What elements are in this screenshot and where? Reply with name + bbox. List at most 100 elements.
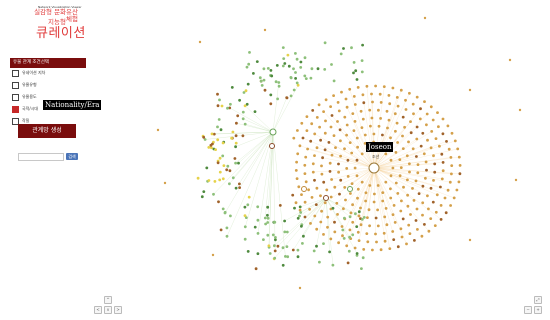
graph-node (225, 234, 229, 238)
graph-node (243, 237, 247, 241)
graph-node (384, 207, 388, 210)
graph-node (374, 84, 377, 88)
graph-node (340, 90, 343, 94)
graph-node (241, 134, 245, 138)
graph-node (302, 234, 305, 238)
graph-node (352, 129, 356, 133)
graph-node (408, 170, 411, 174)
graph-node (238, 186, 242, 190)
graph-node (345, 167, 349, 170)
graph-node (340, 225, 344, 228)
graph-node (355, 136, 359, 140)
graph-node (231, 130, 235, 134)
graph-node (273, 220, 276, 224)
graph-node (308, 207, 311, 211)
graph-node (352, 95, 356, 98)
graph-node (299, 66, 303, 69)
graph-node (360, 126, 364, 129)
graph-node (281, 263, 285, 267)
graph-node (360, 152, 364, 156)
graph-node (350, 182, 354, 186)
graph-node (344, 97, 348, 101)
graph-node (370, 116, 374, 120)
graph-node (234, 141, 238, 145)
graph-node (421, 184, 425, 188)
graph-node (414, 179, 418, 183)
graph-node (363, 133, 367, 137)
graph-node (241, 110, 245, 114)
graph-node (408, 232, 412, 236)
graph-node (211, 253, 215, 257)
pan-left-button[interactable]: < (94, 306, 102, 314)
graph-node (266, 233, 270, 237)
graph-node (453, 139, 457, 143)
graph-node (353, 166, 357, 170)
graph-node (329, 125, 333, 129)
graph-node (296, 255, 300, 259)
pan-right-button[interactable]: > (114, 306, 122, 314)
graph-edge (224, 131, 274, 214)
graph-node (291, 193, 295, 197)
graph-node (336, 101, 340, 104)
graph-node (353, 120, 357, 123)
fullscreen-button[interactable]: ⤢ (534, 296, 542, 304)
graph-node (375, 240, 378, 244)
graph-edges (205, 82, 460, 266)
graph-node (421, 131, 425, 135)
graph-node (309, 76, 313, 80)
graph-node (323, 148, 327, 152)
graph-node (342, 207, 345, 211)
graph-node (395, 121, 399, 125)
graph-node (514, 178, 518, 182)
graph-node (323, 201, 327, 205)
graph-node (163, 181, 167, 185)
graph-node (327, 141, 331, 144)
zoom-out-button[interactable]: − (524, 306, 532, 314)
graph-node (339, 139, 342, 143)
graph-node (391, 230, 395, 233)
graph-node (260, 84, 264, 87)
graph-node (393, 112, 397, 116)
graph-node (351, 220, 355, 224)
graph-node (245, 102, 249, 106)
graph-node (425, 168, 428, 172)
graph-node (445, 140, 448, 143)
graph-node (348, 228, 352, 232)
pan-down-button[interactable]: v (104, 306, 112, 314)
hub-node (301, 186, 307, 192)
graph-node (311, 162, 315, 166)
graph-node (440, 152, 444, 156)
graph-node (447, 147, 451, 151)
graph-node (296, 248, 300, 252)
graph-node (457, 155, 461, 159)
graph-node (245, 65, 249, 69)
graph-node (431, 200, 435, 204)
graph-node (416, 163, 420, 167)
graph-node (370, 92, 373, 96)
graph-node (338, 128, 342, 132)
graph-node (322, 180, 326, 184)
graph-node (408, 162, 411, 166)
graph-node (387, 94, 391, 97)
graph-node (289, 76, 293, 79)
network-graph[interactable] (0, 0, 550, 320)
graph-node (345, 105, 349, 109)
pan-up-button[interactable]: ^ (104, 296, 112, 304)
graph-node (301, 136, 305, 140)
graph-node (223, 210, 227, 214)
graph-node (300, 121, 304, 125)
graph-node (316, 67, 320, 71)
graph-node (304, 155, 308, 159)
graph-node (468, 238, 472, 242)
graph-node (295, 177, 299, 181)
graph-node (241, 117, 245, 121)
graph-edge (325, 197, 330, 252)
graph-node (343, 216, 346, 220)
zoom-in-button[interactable]: + (534, 306, 542, 314)
graph-node (348, 215, 352, 219)
graph-node (293, 206, 296, 210)
graph-node (341, 234, 344, 238)
graph-node (354, 69, 358, 73)
graph-node (372, 200, 376, 204)
graph-node (389, 196, 393, 200)
